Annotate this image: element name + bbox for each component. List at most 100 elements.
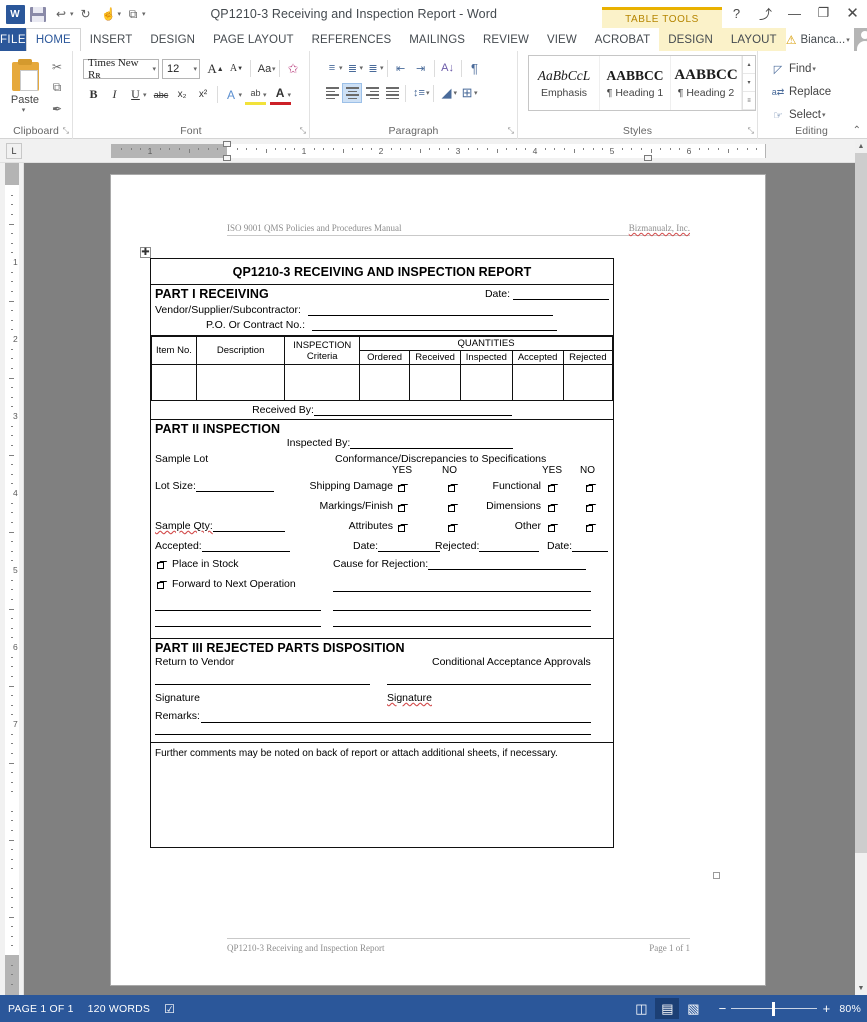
tab-stop-selector[interactable]: L <box>6 143 22 159</box>
show-formatting-marks-icon[interactable]: ¶ <box>465 58 485 78</box>
po-row[interactable]: P.O. Or Contract No.: <box>151 316 609 333</box>
vendor-row[interactable]: Vendor/Supplier/Subcontractor: <box>151 302 609 316</box>
tab-table-layout[interactable]: LAYOUT <box>721 28 786 51</box>
rejected-date-field[interactable]: Date: <box>547 540 609 552</box>
find-caret-icon[interactable]: ▾ <box>812 65 816 73</box>
account-name[interactable]: Bianca... <box>800 34 845 46</box>
horizontal-ruler-bar[interactable]: 1 1 2 3 4 5 6 <box>111 141 766 161</box>
checkbox-functional-yes[interactable] <box>548 485 555 492</box>
tab-references[interactable]: REFERENCES <box>303 28 401 51</box>
align-center-icon[interactable] <box>342 83 362 103</box>
copy-icon[interactable]: ⧉ <box>46 77 68 98</box>
avatar[interactable] <box>853 28 867 51</box>
shrink-font-icon[interactable]: A ▼ <box>226 58 247 79</box>
font-color-caret-icon[interactable]: ▾ <box>288 91 292 99</box>
decrease-indent-icon[interactable]: ⇤ <box>391 58 411 78</box>
clear-formatting-icon[interactable]: ✩ <box>283 58 304 79</box>
checkbox-markings-finish-yes[interactable] <box>398 505 405 512</box>
styles-gallery-scrollbar[interactable]: ▴ ▾ ≡ <box>742 56 755 110</box>
quantities-table[interactable]: Item No. Description INSPECTION Criteria… <box>151 336 614 401</box>
align-right-icon[interactable] <box>362 83 382 103</box>
document-page[interactable]: ISO 9001 QMS Policies and Procedures Man… <box>111 175 765 985</box>
redo-icon[interactable]: ↻ <box>75 3 97 25</box>
tab-home[interactable]: HOME <box>25 28 81 51</box>
cause-line-4[interactable] <box>333 626 591 627</box>
align-left-icon[interactable] <box>322 83 342 103</box>
minimize-button[interactable]: — <box>780 0 809 26</box>
checkbox-dimensions-no[interactable] <box>586 505 593 512</box>
font-size-combo[interactable]: 12 ▾ <box>162 58 200 79</box>
account-area[interactable]: ⚠ Bianca... ▾ <box>786 28 867 51</box>
ribbon-display-options-icon[interactable]: ⤴ <box>751 0 780 26</box>
increase-indent-icon[interactable]: ⇥ <box>411 58 431 78</box>
styles-scroll-up-icon[interactable]: ▴ <box>743 56 755 74</box>
touch-mode-icon[interactable]: ☝ <box>98 3 120 25</box>
account-caret-icon[interactable]: ▾ <box>846 36 850 44</box>
proofing-errors-icon[interactable]: ☑ <box>150 1002 175 1016</box>
cell-item-no[interactable] <box>151 364 197 401</box>
superscript-icon[interactable]: x² <box>193 84 214 105</box>
tab-design[interactable]: DESIGN <box>141 28 204 51</box>
signature-line-left[interactable] <box>155 684 370 685</box>
part1-date-field[interactable]: Date: <box>485 288 609 302</box>
font-name-combo[interactable]: Times New Rʀ ▾ <box>83 57 159 81</box>
find-button[interactable]: ◸ Find ▾ <box>768 59 861 79</box>
print-layout-icon[interactable]: ▤ <box>655 998 680 1019</box>
hanging-indent-marker[interactable] <box>223 155 231 161</box>
checkbox-other-no[interactable] <box>586 525 593 532</box>
read-mode-icon[interactable]: ◫ <box>629 998 653 1019</box>
italic-icon[interactable]: I <box>104 84 125 105</box>
tab-view[interactable]: VIEW <box>538 28 586 51</box>
font-name-caret-icon[interactable]: ▾ <box>152 65 156 73</box>
checkbox-other-yes[interactable] <box>548 525 555 532</box>
help-icon[interactable]: ? <box>722 0 751 26</box>
cause-line-2[interactable] <box>333 591 591 592</box>
vendor-input-line[interactable] <box>307 315 553 316</box>
zoom-in-button[interactable]: + <box>819 1001 833 1016</box>
zoom-slider[interactable] <box>731 1001 818 1016</box>
po-input-line[interactable] <box>311 330 557 331</box>
horizontal-ruler[interactable]: L 1 1 2 3 4 5 6 <box>0 139 867 163</box>
change-case-caret-icon[interactable]: ▾ <box>272 65 276 73</box>
cell-accepted[interactable] <box>511 364 564 401</box>
tab-insert[interactable]: INSERT <box>81 28 142 51</box>
strikethrough-icon[interactable]: abc <box>151 84 172 105</box>
vertical-scrollbar[interactable]: ▲ ▼ <box>855 140 867 995</box>
tab-mailings[interactable]: MAILINGS <box>400 28 474 51</box>
checkbox-dimensions-yes[interactable] <box>548 505 555 512</box>
styles-scroll-down-icon[interactable]: ▾ <box>743 74 755 92</box>
rejected-field[interactable]: Rejected: <box>435 540 540 552</box>
styles-gallery[interactable]: AaBbCcL Emphasis AABBCC ¶ Heading 1 AABB… <box>528 55 756 111</box>
select-caret-icon[interactable]: ▾ <box>822 111 826 119</box>
first-line-indent-marker[interactable] <box>223 141 231 147</box>
paragraph-dialog-launcher[interactable]: ⤡ <box>508 126 514 136</box>
styles-more-icon[interactable]: ≡ <box>743 92 755 110</box>
cell-inspection-criteria[interactable] <box>284 364 361 401</box>
font-size-caret-icon[interactable]: ▾ <box>193 65 197 73</box>
table-resize-handle[interactable] <box>713 872 720 879</box>
scrollbar-thumb[interactable] <box>855 153 867 853</box>
sort-icon[interactable]: A↓ <box>438 58 458 78</box>
underline-caret-icon[interactable]: ▾ <box>143 91 147 99</box>
right-indent-marker[interactable] <box>644 155 652 161</box>
select-button[interactable]: ☞ Select ▾ <box>768 105 861 125</box>
signature-line-right[interactable] <box>387 684 591 685</box>
accepted-date-field[interactable]: Date: <box>353 540 441 552</box>
subscript-icon[interactable]: x₂ <box>172 84 193 105</box>
tab-acrobat[interactable]: ACROBAT <box>586 28 659 51</box>
collapse-ribbon-icon[interactable]: ⌃ <box>853 125 861 136</box>
scroll-down-arrow-icon[interactable]: ▼ <box>855 982 867 995</box>
format-painter-icon[interactable]: ✒ <box>46 98 68 119</box>
remarks-line-1[interactable] <box>201 722 591 723</box>
checkbox-attributes-yes[interactable] <box>398 525 405 532</box>
zoom-level[interactable]: 80% <box>835 1003 861 1015</box>
replace-button[interactable]: a⇄ Replace <box>768 82 861 102</box>
close-button[interactable]: ✕ <box>838 0 867 26</box>
checkbox-forward-next-operation[interactable] <box>157 582 164 589</box>
style-item-heading-2[interactable]: AABBCC ¶ Heading 2 <box>671 56 742 110</box>
cause-for-rejection-field[interactable]: Cause for Rejection: <box>333 558 587 570</box>
checkbox-functional-no[interactable] <box>586 485 593 492</box>
undo-icon[interactable]: ↩ <box>50 3 72 25</box>
cell-description[interactable] <box>195 364 286 401</box>
inspected-by-row[interactable]: Inspected By: <box>151 437 613 449</box>
